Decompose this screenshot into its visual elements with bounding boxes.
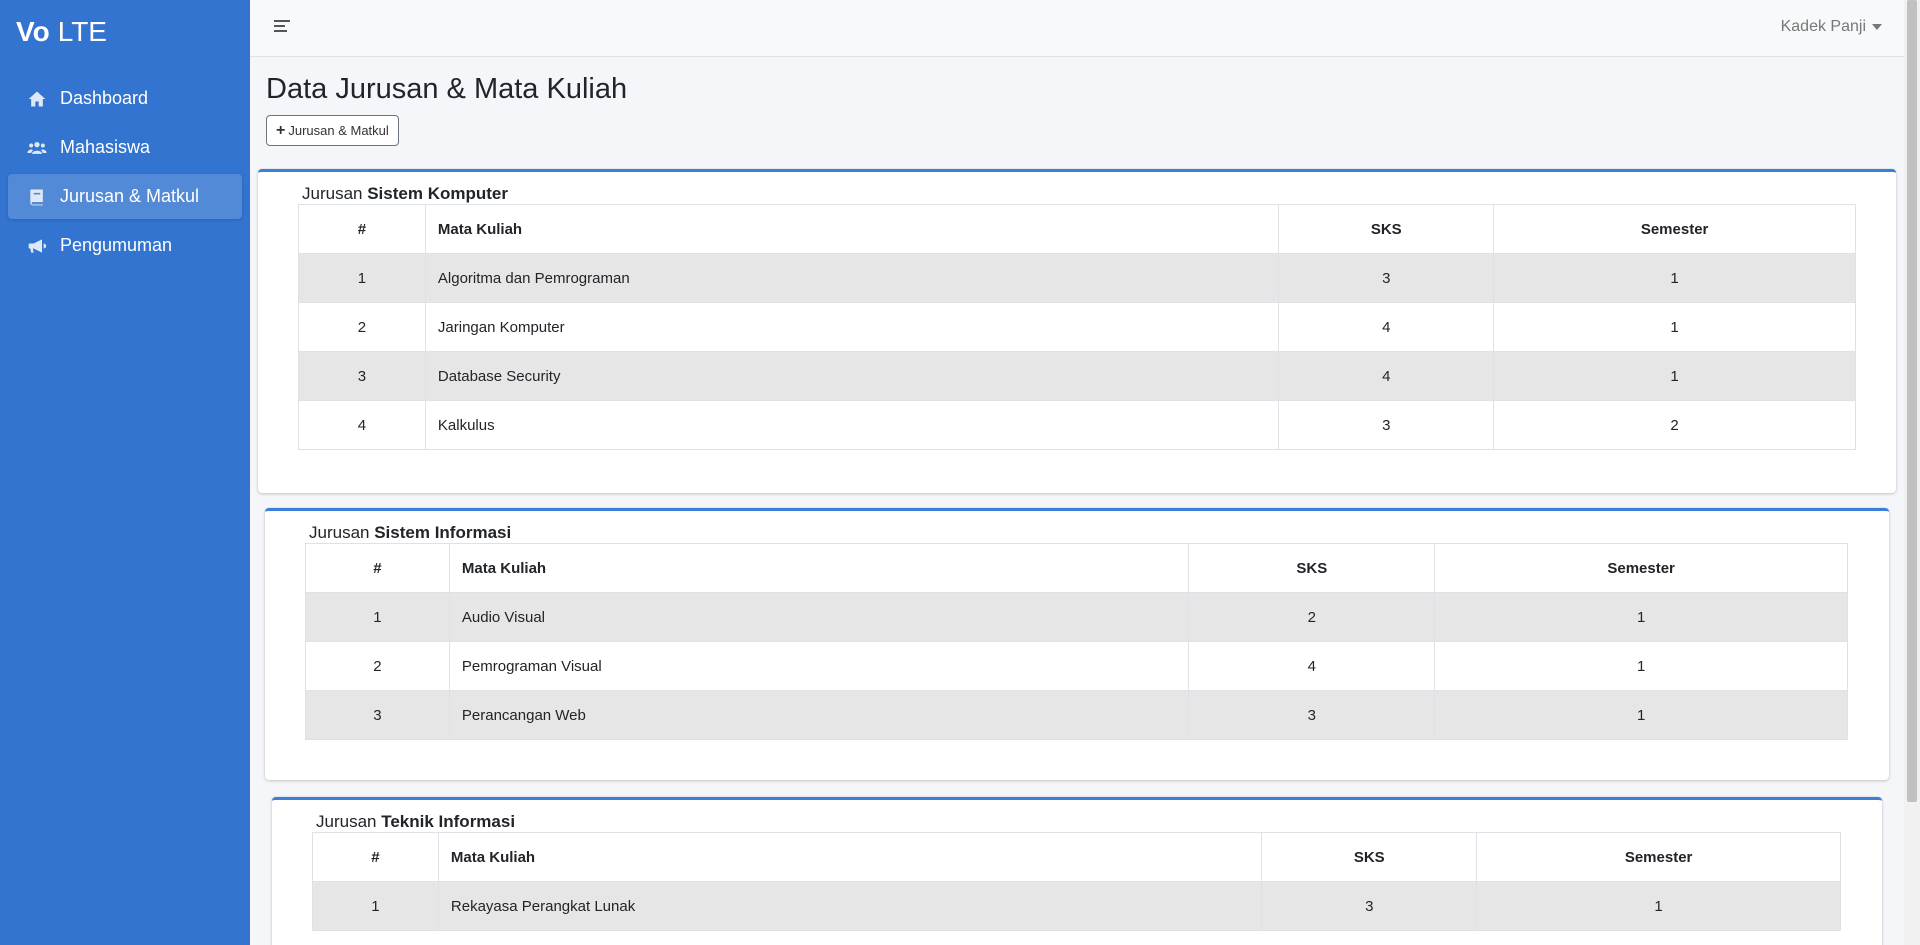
cell-sks: 2 [1188, 592, 1436, 642]
menu-toggle-icon[interactable] [274, 20, 290, 34]
sidebar-item-pengumuman[interactable]: Pengumuman [8, 223, 242, 268]
cell-mata-kuliah: Perancangan Web [448, 690, 1190, 740]
cell-mata-kuliah: Database Security [424, 351, 1280, 401]
table-row: 2 Jaringan Komputer 4 1 [298, 302, 1856, 352]
table-header-row: # Mata Kuliah SKS Semester [312, 832, 1841, 882]
cell-semester: 1 [1493, 351, 1856, 401]
top-navbar: Kadek Panji [250, 0, 1904, 57]
cell-no: 2 [305, 641, 450, 691]
users-icon [26, 137, 48, 159]
plus-icon: + [276, 121, 286, 139]
sidebar-item-label: Jurusan & Matkul [60, 186, 200, 206]
header-mata-kuliah: Mata Kuliah [448, 543, 1190, 593]
matkul-table: # Mata Kuliah SKS Semester 1 Algoritma d… [298, 204, 1856, 450]
header-sks: SKS [1188, 543, 1436, 593]
vertical-scrollbar[interactable] [1904, 0, 1920, 945]
table-row: 1 Algoritma dan Pemrograman 3 1 [298, 253, 1856, 303]
sidebar-item-label: Pengumuman [60, 235, 173, 255]
matkul-table: # Mata Kuliah SKS Semester 1 Audio Visua… [305, 543, 1848, 740]
brand-bold: Vo [16, 16, 50, 47]
caret-down-icon [1872, 24, 1882, 30]
cell-mata-kuliah: Pemrograman Visual [448, 641, 1190, 691]
table-row: 4 Kalkulus 3 2 [298, 400, 1856, 450]
header-semester: Semester [1476, 832, 1841, 882]
header-semester: Semester [1493, 204, 1856, 254]
book-icon [26, 186, 48, 208]
cell-no: 1 [298, 253, 426, 303]
header-no: # [305, 543, 450, 593]
header-mata-kuliah: Mata Kuliah [424, 204, 1280, 254]
table-header-row: # Mata Kuliah SKS Semester [298, 204, 1856, 254]
jurusan-card-sistem-komputer: Jurusan Sistem Komputer # Mata Kuliah SK… [258, 169, 1896, 493]
home-icon [26, 88, 48, 110]
cell-sks: 4 [1278, 302, 1495, 352]
cell-no: 2 [298, 302, 426, 352]
cell-semester: 1 [1434, 592, 1848, 642]
sidebar: Vo LTE Dashboard Mahasiswa Jurusan & Mat… [0, 0, 250, 945]
table-row: 3 Database Security 4 1 [298, 351, 1856, 401]
card-title-prefix: Jurusan [302, 184, 363, 203]
cell-mata-kuliah: Algoritma dan Pemrograman [424, 253, 1280, 303]
card-title-prefix: Jurusan [316, 812, 377, 831]
cell-semester: 1 [1434, 690, 1848, 740]
brand-text: LTE [57, 16, 107, 47]
jurusan-card-teknik-informasi: Jurusan Teknik Informasi # Mata Kuliah S… [272, 797, 1882, 945]
megaphone-icon [26, 235, 48, 257]
header-mata-kuliah: Mata Kuliah [437, 832, 1263, 882]
cell-mata-kuliah: Kalkulus [424, 400, 1280, 450]
add-button-label: Jurusan & Matkul [288, 123, 389, 138]
sidebar-item-jurusan-matkul[interactable]: Jurusan & Matkul [8, 174, 242, 219]
cell-semester: 1 [1493, 302, 1856, 352]
user-menu[interactable]: Kadek Panji [1781, 18, 1882, 36]
sidebar-nav: Dashboard Mahasiswa Jurusan & Matkul Pen… [0, 64, 250, 268]
cell-semester: 1 [1493, 253, 1856, 303]
table-row: 1 Audio Visual 2 1 [305, 592, 1848, 642]
user-name: Kadek Panji [1780, 18, 1866, 35]
cell-mata-kuliah: Jaringan Komputer [424, 302, 1280, 352]
table-row: 2 Pemrograman Visual 4 1 [305, 641, 1848, 691]
header-no: # [298, 204, 426, 254]
card-title-prefix: Jurusan [309, 523, 370, 542]
header-no: # [312, 832, 439, 882]
card-title-name: Teknik Informasi [381, 812, 516, 831]
header-sks: SKS [1278, 204, 1495, 254]
card-title: Jurusan Teknik Informasi [316, 812, 515, 832]
brand-logo[interactable]: Vo LTE [0, 0, 250, 64]
cell-no: 4 [298, 400, 426, 450]
sidebar-item-label: Mahasiswa [60, 137, 151, 157]
header-semester: Semester [1434, 543, 1848, 593]
cell-no: 3 [298, 351, 426, 401]
add-jurusan-matkul-button[interactable]: + Jurusan & Matkul [266, 115, 399, 146]
table-row: 3 Perancangan Web 3 1 [305, 690, 1848, 740]
cell-sks: 4 [1188, 641, 1436, 691]
table-row: 1 Rekayasa Perangkat Lunak 3 1 [312, 881, 1841, 931]
cell-no: 1 [312, 881, 439, 931]
cell-semester: 1 [1476, 881, 1841, 931]
cell-semester: 1 [1434, 641, 1848, 691]
card-title-name: Sistem Komputer [367, 184, 508, 203]
cell-sks: 3 [1261, 881, 1478, 931]
sidebar-item-label: Dashboard [60, 88, 149, 108]
matkul-table: # Mata Kuliah SKS Semester 1 Rekayasa Pe… [312, 832, 1841, 931]
cell-no: 3 [305, 690, 450, 740]
page-title: Data Jurusan & Mata Kuliah [266, 73, 628, 105]
card-title: Jurusan Sistem Informasi [309, 523, 511, 543]
jurusan-card-sistem-informasi: Jurusan Sistem Informasi # Mata Kuliah S… [265, 508, 1889, 780]
table-header-row: # Mata Kuliah SKS Semester [305, 543, 1848, 593]
cell-mata-kuliah: Audio Visual [448, 592, 1190, 642]
cell-mata-kuliah: Rekayasa Perangkat Lunak [437, 881, 1263, 931]
cell-semester: 2 [1493, 400, 1856, 450]
scrollbar-thumb[interactable] [1907, 0, 1917, 802]
card-title-name: Sistem Informasi [374, 523, 512, 542]
cell-sks: 3 [1278, 253, 1495, 303]
sidebar-item-dashboard[interactable]: Dashboard [8, 76, 242, 121]
header-sks: SKS [1261, 832, 1478, 882]
cell-no: 1 [305, 592, 450, 642]
cell-sks: 3 [1188, 690, 1436, 740]
card-title: Jurusan Sistem Komputer [302, 184, 508, 204]
cell-sks: 3 [1278, 400, 1495, 450]
sidebar-item-mahasiswa[interactable]: Mahasiswa [8, 125, 242, 170]
cell-sks: 4 [1278, 351, 1495, 401]
